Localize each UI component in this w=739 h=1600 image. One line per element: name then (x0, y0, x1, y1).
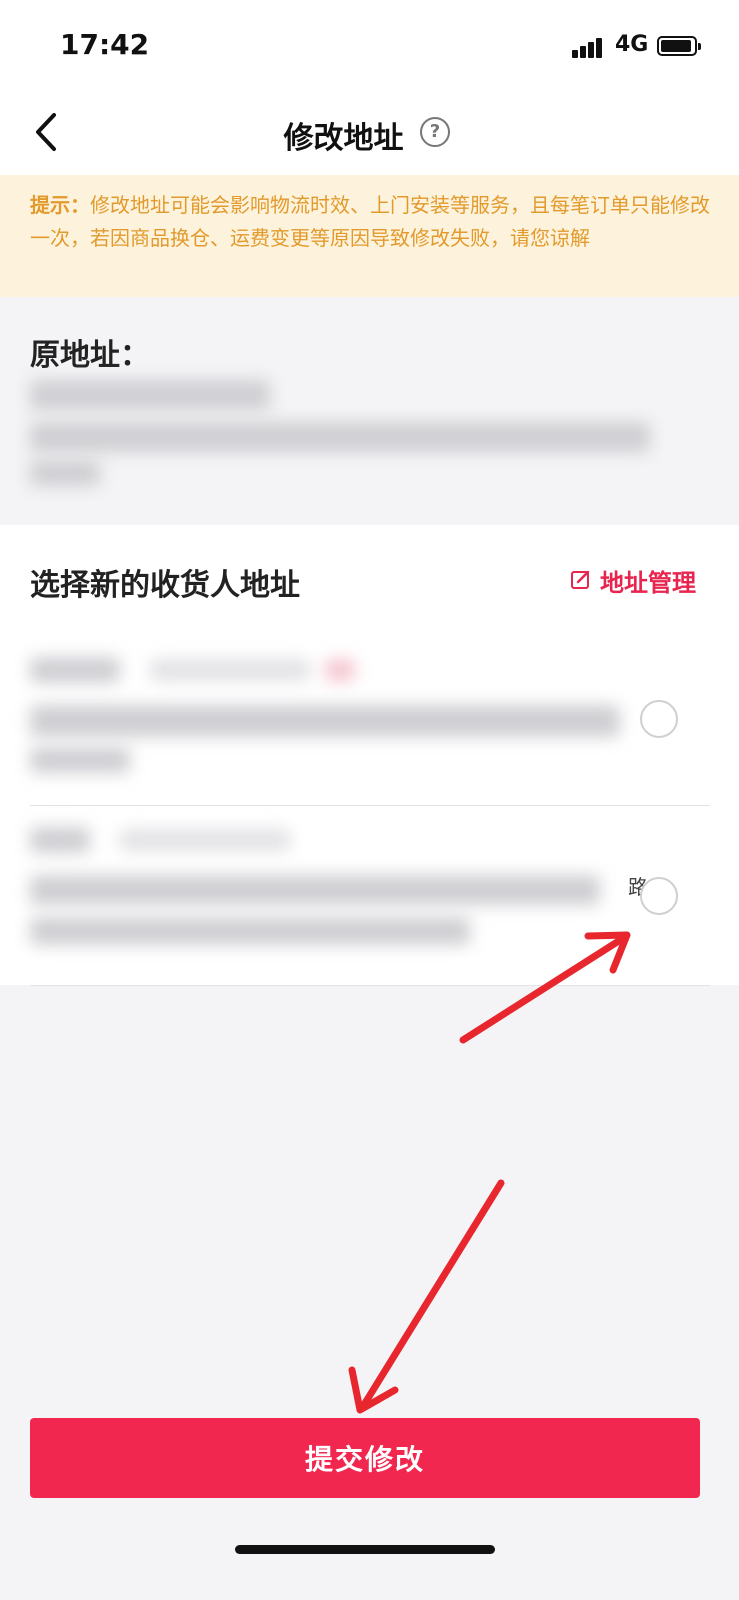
annotation-arrow-submit (348, 1179, 505, 1414)
submit-button[interactable]: 提交修改 (30, 1418, 700, 1498)
annotation-arrow-radio (459, 931, 631, 1044)
home-indicator (235, 1545, 495, 1554)
annotation-arrows (348, 931, 631, 1414)
